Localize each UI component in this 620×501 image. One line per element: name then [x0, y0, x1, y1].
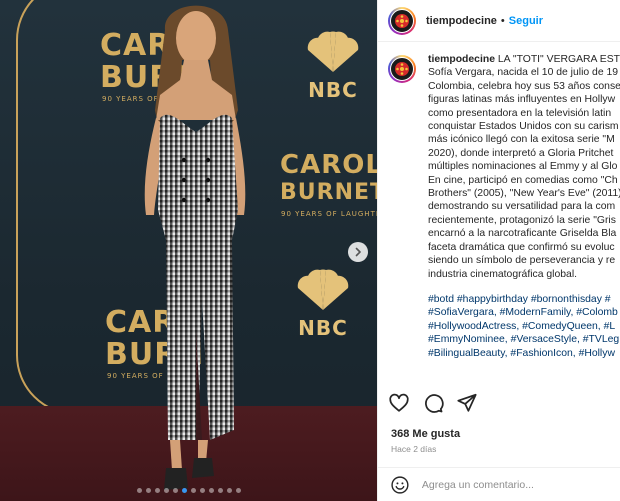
caption-body: Sofía Vergara, nacida el 10 de julio de …	[428, 66, 620, 281]
caption-text: tiempodecine LA "TOTI" VERGARA ESTÁ Sofí…	[428, 53, 620, 360]
caption-headline: LA "TOTI" VERGARA ESTÁ	[494, 54, 620, 65]
carousel-next-button[interactable]	[348, 242, 368, 262]
carousel-dot	[217, 488, 223, 493]
caption-line: múltiples nominaciones al Emmy y al Glo	[428, 161, 618, 173]
caption-line: 2020), donde interpretó a Gloria Pritche…	[428, 147, 614, 159]
avatar[interactable]	[388, 6, 416, 35]
nbc-wordmark: NBC	[308, 78, 358, 102]
header-separator: •	[500, 14, 505, 27]
emoji-icon[interactable]	[390, 475, 410, 495]
comment-input[interactable]	[421, 478, 620, 491]
caption-line: Brothers" (2005), "New Year's Eve" (2011…	[428, 188, 620, 200]
carousel-dot	[190, 488, 196, 493]
caption-line: siendo un símbolo de perseverancia y re	[428, 255, 616, 267]
header-username[interactable]: tiempodecine	[426, 15, 497, 27]
caption-line: encarnó a la narcotraficante Griselda Bl…	[428, 228, 617, 240]
carousel-indicator	[0, 488, 377, 493]
caption-first-line: tiempodecine LA "TOTI" VERGARA ESTÁ	[428, 53, 620, 66]
hashtag-line[interactable]: #EmmyNominee, #VersaceStyle, #TVLeg	[428, 333, 620, 346]
carousel-dot	[163, 488, 169, 493]
caption-scroll-area[interactable]: tiempodecine LA "TOTI" VERGARA ESTÁ Sofí…	[378, 43, 620, 385]
person-figure	[144, 5, 246, 490]
carousel-dot	[145, 488, 151, 493]
caption-line: Sofía Vergara, nacida el 10 de julio de …	[428, 67, 619, 79]
carousel-dot	[154, 488, 160, 493]
peacock-icon	[297, 269, 349, 310]
send-icon[interactable]	[456, 392, 478, 414]
post-actions	[388, 388, 478, 418]
caption-line: como presentadora en la televisión latin	[428, 107, 612, 119]
caption-avatar[interactable]	[388, 55, 416, 83]
nbc-logo: NBC	[300, 30, 366, 102]
caption-line: industria cinematográfica global.	[428, 268, 578, 280]
carousel-dot	[235, 488, 241, 493]
carousel-dot	[208, 488, 214, 493]
carousel-dot	[199, 488, 205, 493]
caption-line: conquistar Estados Unidos con su carism	[428, 121, 619, 133]
follow-button[interactable]: Seguir	[509, 15, 543, 27]
wall-tagline-mid: 90 YEARS OF LAUGHTER + LOVE	[281, 210, 377, 218]
hashtag-block: #botd #happybirthday #bornonthisday # #So…	[428, 293, 620, 360]
caption-line: Colombia, celebra hoy sus 53 años conse	[428, 80, 620, 92]
caption-line: En cine, participó en comedias como "Ch	[428, 174, 618, 186]
carousel-dot	[136, 488, 142, 493]
post-header: tiempodecine • Seguir	[378, 0, 620, 42]
film-reel-icon	[395, 13, 409, 28]
post-media[interactable]: CARO BURN 90 YEARS OF CAROL BURNETT 90 Y…	[0, 0, 377, 501]
hashtag-line[interactable]: #botd #happybirthday #bornonthisday #	[428, 293, 620, 306]
carousel-dot	[181, 488, 187, 493]
hashtag-line[interactable]: #BilingualBeauty, #FashionIcon, #Hollyw	[428, 347, 620, 360]
hashtag-line[interactable]: #HollywoodActress, #ComedyQueen, #L	[428, 320, 620, 333]
like-count[interactable]: 368 Me gusta	[391, 428, 460, 440]
carousel-dot	[226, 488, 232, 493]
wall-logo-burnett-mid: BURNETT	[280, 180, 377, 205]
peacock-icon	[307, 31, 359, 73]
post-details-panel: tiempodecine • Seguir tiempodecine LA "T…	[377, 0, 620, 501]
caption: tiempodecine LA "TOTI" VERGARA ESTÁ Sofí…	[388, 53, 620, 360]
carousel-dot	[172, 488, 178, 493]
caption-line: recientemente, protagonizó la serie "Gri…	[428, 214, 616, 226]
film-reel-icon	[395, 62, 409, 76]
comment-bar	[378, 467, 620, 501]
caption-line: figuras latinas más influyentes en Holly…	[428, 94, 616, 106]
caption-username[interactable]: tiempodecine	[428, 54, 495, 65]
wall-logo-carol-mid: CAROL	[280, 150, 377, 180]
nbc-logo: NBC	[290, 268, 356, 340]
heart-icon[interactable]	[388, 392, 410, 414]
nbc-wordmark: NBC	[298, 316, 348, 340]
caption-line: demostrando su versatilidad para la com	[428, 201, 616, 213]
comment-icon[interactable]	[422, 392, 444, 414]
chevron-right-icon	[355, 247, 361, 257]
caption-line: más icónico llegó con la exitosa serie "…	[428, 134, 615, 146]
caption-line: faceta dramática que confirmó su evoluc	[428, 241, 615, 253]
post-timestamp[interactable]: Hace 2 días	[391, 444, 436, 454]
hashtag-line[interactable]: #SofiaVergara, #ModernFamily, #Colomb	[428, 306, 620, 319]
